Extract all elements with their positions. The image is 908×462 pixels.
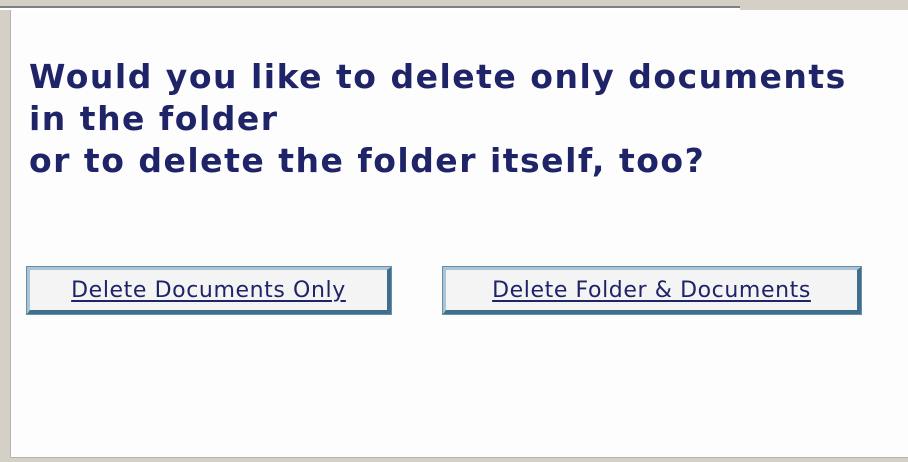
delete-documents-only-button[interactable]: Delete Documents Only xyxy=(26,266,392,315)
question-line-1: Would you like to delete only documents xyxy=(29,57,847,96)
question-line-2: in the folder xyxy=(29,99,279,138)
confirm-delete-dialog: Would you like to delete only documents … xyxy=(10,10,908,458)
delete-folder-and-documents-button[interactable]: Delete Folder & Documents xyxy=(442,266,862,315)
delete-question: Would you like to delete only documents … xyxy=(29,56,889,182)
question-line-3: or to delete the folder itself, too? xyxy=(29,141,706,180)
